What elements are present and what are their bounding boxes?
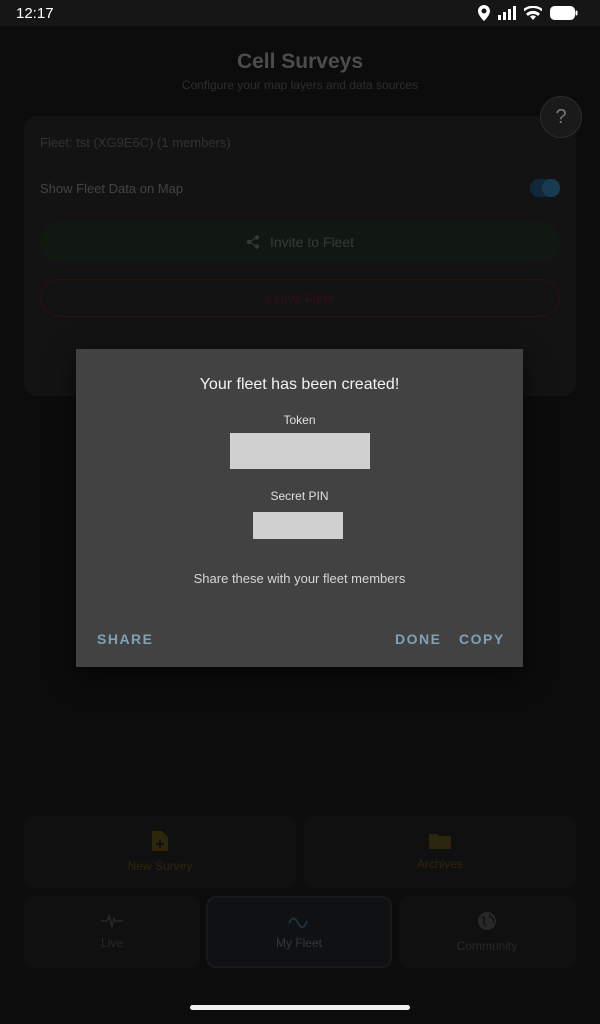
copy-button[interactable]: COPY [459, 631, 505, 647]
help-label: ? [555, 105, 567, 128]
help-button[interactable]: ? [540, 96, 582, 138]
battery-icon [550, 6, 578, 20]
dialog-title: Your fleet has been created! [199, 376, 400, 393]
secret-pin-label: Secret PIN [270, 489, 329, 503]
secret-pin-value [253, 512, 343, 539]
done-button[interactable]: DONE [395, 631, 441, 647]
status-time: 12:17 [16, 4, 54, 22]
fleet-created-dialog: Your fleet has been created! Token Secre… [76, 349, 523, 667]
home-indicator[interactable] [190, 1005, 410, 1010]
token-value [230, 433, 370, 469]
share-button[interactable]: SHARE [97, 631, 154, 647]
wifi-icon [524, 6, 542, 20]
share-hint: Share these with your fleet members [193, 571, 406, 586]
token-label: Token [283, 413, 316, 427]
status-bar: 12:17 [0, 0, 600, 26]
signal-icon [498, 6, 516, 20]
location-icon [478, 5, 490, 21]
